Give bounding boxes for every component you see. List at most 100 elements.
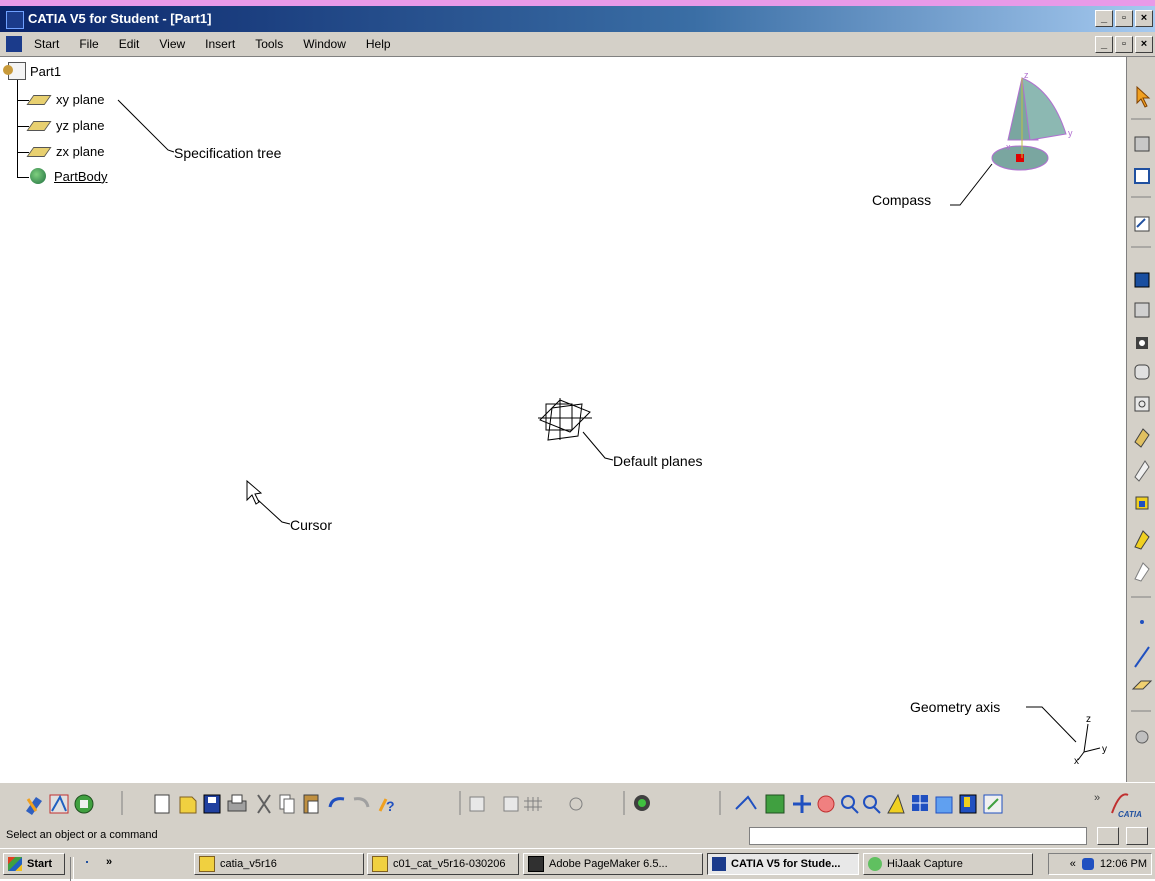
taskbar-button-c01-folder[interactable]: c01_cat_v5r16-030206 [367, 853, 519, 875]
taskbar-button-label: c01_cat_v5r16-030206 [393, 858, 506, 870]
annotation-cursor: Cursor [290, 517, 333, 533]
pagemaker-icon [528, 856, 544, 872]
status-button-2[interactable] [1126, 827, 1148, 845]
folder-icon [199, 856, 215, 872]
cursor-leader [257, 499, 291, 525]
right-toolbar-icons [1131, 85, 1153, 744]
axis-y-label: y [1102, 744, 1107, 755]
copy-icon[interactable] [279, 794, 295, 814]
remove-icon[interactable] [1135, 496, 1149, 510]
multi-section-icon[interactable] [1134, 460, 1150, 482]
snap-icon[interactable] [503, 796, 519, 812]
hole-icon[interactable] [1136, 337, 1148, 349]
start-button[interactable]: Start [3, 853, 65, 875]
shell-icon[interactable] [1134, 562, 1150, 582]
fit-all-icon[interactable] [765, 794, 785, 814]
part-design-icon[interactable] [1134, 216, 1150, 232]
show-hide-icon[interactable] [1135, 730, 1149, 744]
network-icon[interactable] [1081, 858, 1094, 870]
show-desktop-icon[interactable] [86, 861, 88, 863]
compass-toggle-icon[interactable] [569, 797, 583, 811]
taskbar-button-pagemaker[interactable]: Adobe PageMaker 6.5... [523, 853, 703, 875]
new-icon[interactable] [154, 794, 170, 814]
default-planes-leader [582, 431, 614, 461]
pan-icon[interactable] [793, 795, 811, 813]
taskbar-button-label: catia_v5r16 [220, 858, 277, 870]
paste-icon[interactable] [303, 794, 319, 814]
catia-logo-icon: CATIA [1111, 793, 1142, 819]
rotate-icon[interactable] [817, 795, 835, 813]
fly-icon[interactable] [735, 795, 757, 810]
command-input[interactable] [749, 827, 1087, 845]
sketcher-icon[interactable] [1134, 136, 1150, 152]
hijaak-icon [868, 857, 882, 871]
knowledge-icon[interactable] [49, 794, 69, 814]
start-label: Start [27, 858, 53, 870]
grid-icon[interactable] [524, 797, 542, 811]
line-icon[interactable] [1134, 646, 1150, 668]
sketch-based-icon[interactable] [1134, 272, 1150, 288]
compass-y-label: y [1068, 128, 1073, 138]
pad-icon[interactable] [1134, 302, 1150, 318]
compass-leader [950, 163, 993, 206]
zoom-out-icon[interactable] [863, 795, 881, 814]
redo-icon[interactable] [353, 797, 370, 808]
open-icon[interactable] [179, 796, 197, 814]
taskbar-separator [70, 857, 74, 881]
taskbar-button-hijaak[interactable]: HiJaak Capture [863, 853, 1033, 875]
tray-expand-arrows[interactable]: « [1070, 858, 1076, 870]
views-icon[interactable] [935, 796, 953, 814]
catalog-icon[interactable] [74, 794, 94, 814]
workbench-icon[interactable] [26, 797, 42, 815]
bottom-toolbar: ? » CATIA [0, 782, 1155, 825]
save-icon[interactable] [203, 794, 221, 814]
compass-x-label: x [1006, 142, 1011, 152]
windows-taskbar: Start » catia_v5r16 c01_cat_v5r16-030206… [0, 848, 1155, 881]
toolbar-overflow-chevron[interactable]: » [1094, 792, 1100, 804]
catia-app-icon [712, 857, 726, 871]
taskbar-button-label: HiJaak Capture [887, 858, 963, 870]
annotation-geometry-axis: Geometry axis [910, 699, 1001, 715]
dress-up-icon[interactable] [1134, 530, 1150, 550]
taskbar-button-label: CATIA V5 for Stude... [731, 858, 841, 870]
compass-icon[interactable] [991, 77, 1067, 171]
axis-system-icon[interactable] [1134, 168, 1150, 184]
stiffener-icon[interactable] [1134, 428, 1150, 448]
select-arrow-icon[interactable] [1136, 85, 1151, 108]
annotation-overlay: z y x z y x [117, 70, 1107, 767]
measure-icon[interactable] [469, 796, 485, 812]
cut-icon[interactable] [257, 794, 271, 814]
hide-show-icon[interactable] [983, 794, 1003, 814]
zoom-in-icon[interactable] [841, 795, 859, 814]
taskbar-button-catia[interactable]: CATIA V5 for Stude... [707, 853, 859, 875]
point-icon[interactable] [1140, 620, 1144, 624]
render-style-icon[interactable] [959, 794, 977, 814]
analysis-icon[interactable] [634, 795, 650, 811]
quick-launch-chevron[interactable]: » [106, 856, 112, 868]
annotation-compass: Compass [872, 192, 932, 208]
undo-icon[interactable] [328, 797, 345, 808]
taskbar-button-catia-folder[interactable]: catia_v5r16 [194, 853, 364, 875]
rib-icon[interactable] [1134, 364, 1150, 380]
plane-icon[interactable] [1131, 680, 1153, 690]
geometry-axis-leader [1026, 706, 1077, 743]
clock[interactable]: 12:06 PM [1100, 858, 1147, 870]
slot-icon[interactable] [1134, 396, 1150, 412]
system-tray: « 12:06 PM [1048, 853, 1152, 875]
svg-text:?: ? [386, 798, 395, 814]
annotation-default-planes: Default planes [613, 453, 703, 469]
taskbar-button-label: Adobe PageMaker 6.5... [549, 858, 668, 870]
quick-launch: » [86, 856, 112, 868]
whats-this-icon[interactable]: ? [378, 798, 395, 814]
spec-tree-leader [117, 99, 175, 153]
folder-icon [372, 856, 388, 872]
bottom-toolbar-icons: ? » CATIA [26, 791, 1142, 819]
quick-view-icon[interactable] [912, 795, 928, 811]
axis-z-label: z [1086, 714, 1091, 725]
normal-view-icon[interactable] [887, 793, 905, 814]
status-button-1[interactable] [1097, 827, 1119, 845]
geometry-axis-icon [1077, 723, 1101, 761]
axis-x-label: x [1074, 756, 1079, 767]
print-icon[interactable] [227, 794, 247, 812]
right-toolbar [1126, 57, 1155, 782]
